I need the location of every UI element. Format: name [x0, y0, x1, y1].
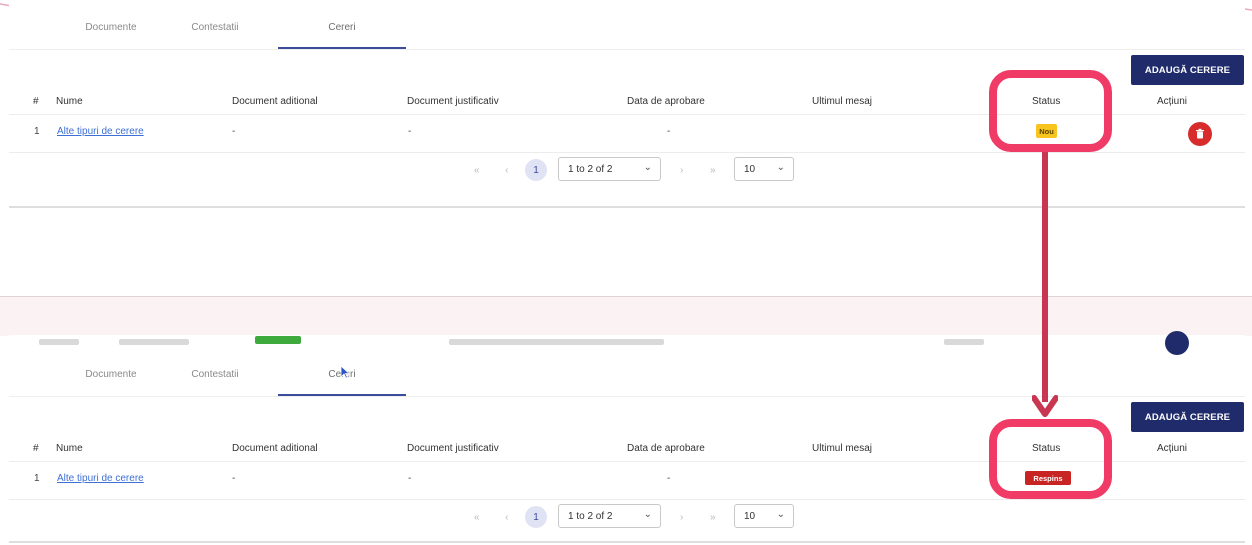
range-label: 1 to 2 of 2	[568, 163, 613, 175]
row-doc-justificativ: -	[408, 473, 412, 484]
col-header-actiuni: Acțiuni	[1157, 443, 1188, 454]
request-name-link[interactable]: Alte tipuri de cerere	[57, 473, 144, 484]
prev-page-button[interactable]: ‹	[505, 512, 508, 523]
last-page-button[interactable]: »	[710, 165, 716, 176]
annotation-arrow	[1042, 152, 1048, 402]
page-size-select[interactable]: 10 ⌄	[734, 504, 794, 528]
col-header-ultimul-mesaj[interactable]: Ultimul mesaj	[812, 443, 872, 454]
prev-page-button[interactable]: ‹	[505, 165, 508, 176]
trash-icon	[1196, 128, 1204, 139]
tab-contestatii[interactable]: Contestatii	[165, 22, 265, 33]
tab-contestatii[interactable]: Contestatii	[165, 369, 265, 380]
col-header-data-aprobare[interactable]: Data de aprobare	[627, 443, 705, 454]
first-page-button[interactable]: «	[474, 165, 480, 176]
col-header-doc-aditional[interactable]: Document aditional	[232, 443, 318, 454]
range-label: 1 to 2 of 2	[568, 510, 613, 522]
col-header-doc-justificativ[interactable]: Document justificativ	[407, 96, 499, 107]
col-header-name[interactable]: Nume	[56, 96, 83, 107]
tab-documente[interactable]: Documente	[61, 22, 161, 33]
col-header-name[interactable]: Nume	[56, 443, 83, 454]
row-data-aprobare: -	[667, 473, 671, 484]
status-highlight-top	[989, 70, 1112, 152]
col-header-data-aprobare[interactable]: Data de aprobare	[627, 96, 705, 107]
tabs-divider	[9, 396, 1245, 397]
pagination: « ‹ 1 1 to 2 of 2 ⌄ › » 10 ⌄	[0, 152, 1252, 188]
col-header-actiuni: Acțiuni	[1157, 96, 1188, 107]
range-select[interactable]: 1 to 2 of 2 ⌄	[558, 504, 661, 528]
page-size-label: 10	[744, 510, 756, 522]
ghost-text	[944, 339, 984, 345]
ghost-text	[119, 339, 189, 345]
delete-button[interactable]	[1188, 122, 1212, 146]
status-highlight-bottom	[989, 419, 1112, 499]
col-header-ultimul-mesaj[interactable]: Ultimul mesaj	[812, 96, 872, 107]
section-separator	[0, 296, 1252, 336]
row-index: 1	[34, 126, 40, 137]
request-name-link[interactable]: Alte tipuri de cerere	[57, 126, 144, 137]
cursor-icon	[340, 365, 350, 379]
ghost-text	[39, 339, 79, 345]
col-header-doc-justificativ[interactable]: Document justificativ	[407, 443, 499, 454]
arrow-down-icon	[1032, 395, 1058, 417]
next-page-button[interactable]: ›	[680, 512, 683, 523]
chevron-down-icon: ⌄	[776, 509, 785, 520]
row-doc-aditional: -	[232, 473, 236, 484]
first-page-button[interactable]: «	[474, 512, 480, 523]
ghost-badge	[255, 336, 301, 344]
pagination: « ‹ 1 1 to 2 of 2 ⌄ › » 10 ⌄	[0, 499, 1252, 535]
add-request-button[interactable]: ADAUGĂ CERERE	[1131, 55, 1244, 85]
row-data-aprobare: -	[667, 126, 671, 137]
next-page-button[interactable]: ›	[680, 165, 683, 176]
col-header-doc-aditional[interactable]: Document aditional	[232, 96, 318, 107]
row-doc-aditional: -	[232, 126, 236, 137]
row-doc-justificativ: -	[408, 126, 412, 137]
chevron-down-icon: ⌄	[643, 509, 652, 520]
row-index: 1	[34, 473, 40, 484]
range-select[interactable]: 1 to 2 of 2 ⌄	[558, 157, 661, 181]
tab-documente[interactable]: Documente	[61, 369, 161, 380]
col-header-index: #	[33, 443, 39, 454]
current-page-button[interactable]: 1	[525, 506, 547, 528]
chevron-down-icon: ⌄	[643, 162, 652, 173]
col-header-index: #	[33, 96, 39, 107]
page-size-select[interactable]: 10 ⌄	[734, 157, 794, 181]
page-size-label: 10	[744, 163, 756, 175]
tab-cereri[interactable]: Cereri	[292, 22, 392, 33]
chevron-down-icon: ⌄	[776, 162, 785, 173]
tabs-divider	[9, 49, 1245, 50]
add-request-button[interactable]: ADAUGĂ CERERE	[1131, 402, 1244, 432]
last-page-button[interactable]: »	[710, 512, 716, 523]
current-page-button[interactable]: 1	[525, 159, 547, 181]
ghost-text	[449, 339, 664, 345]
